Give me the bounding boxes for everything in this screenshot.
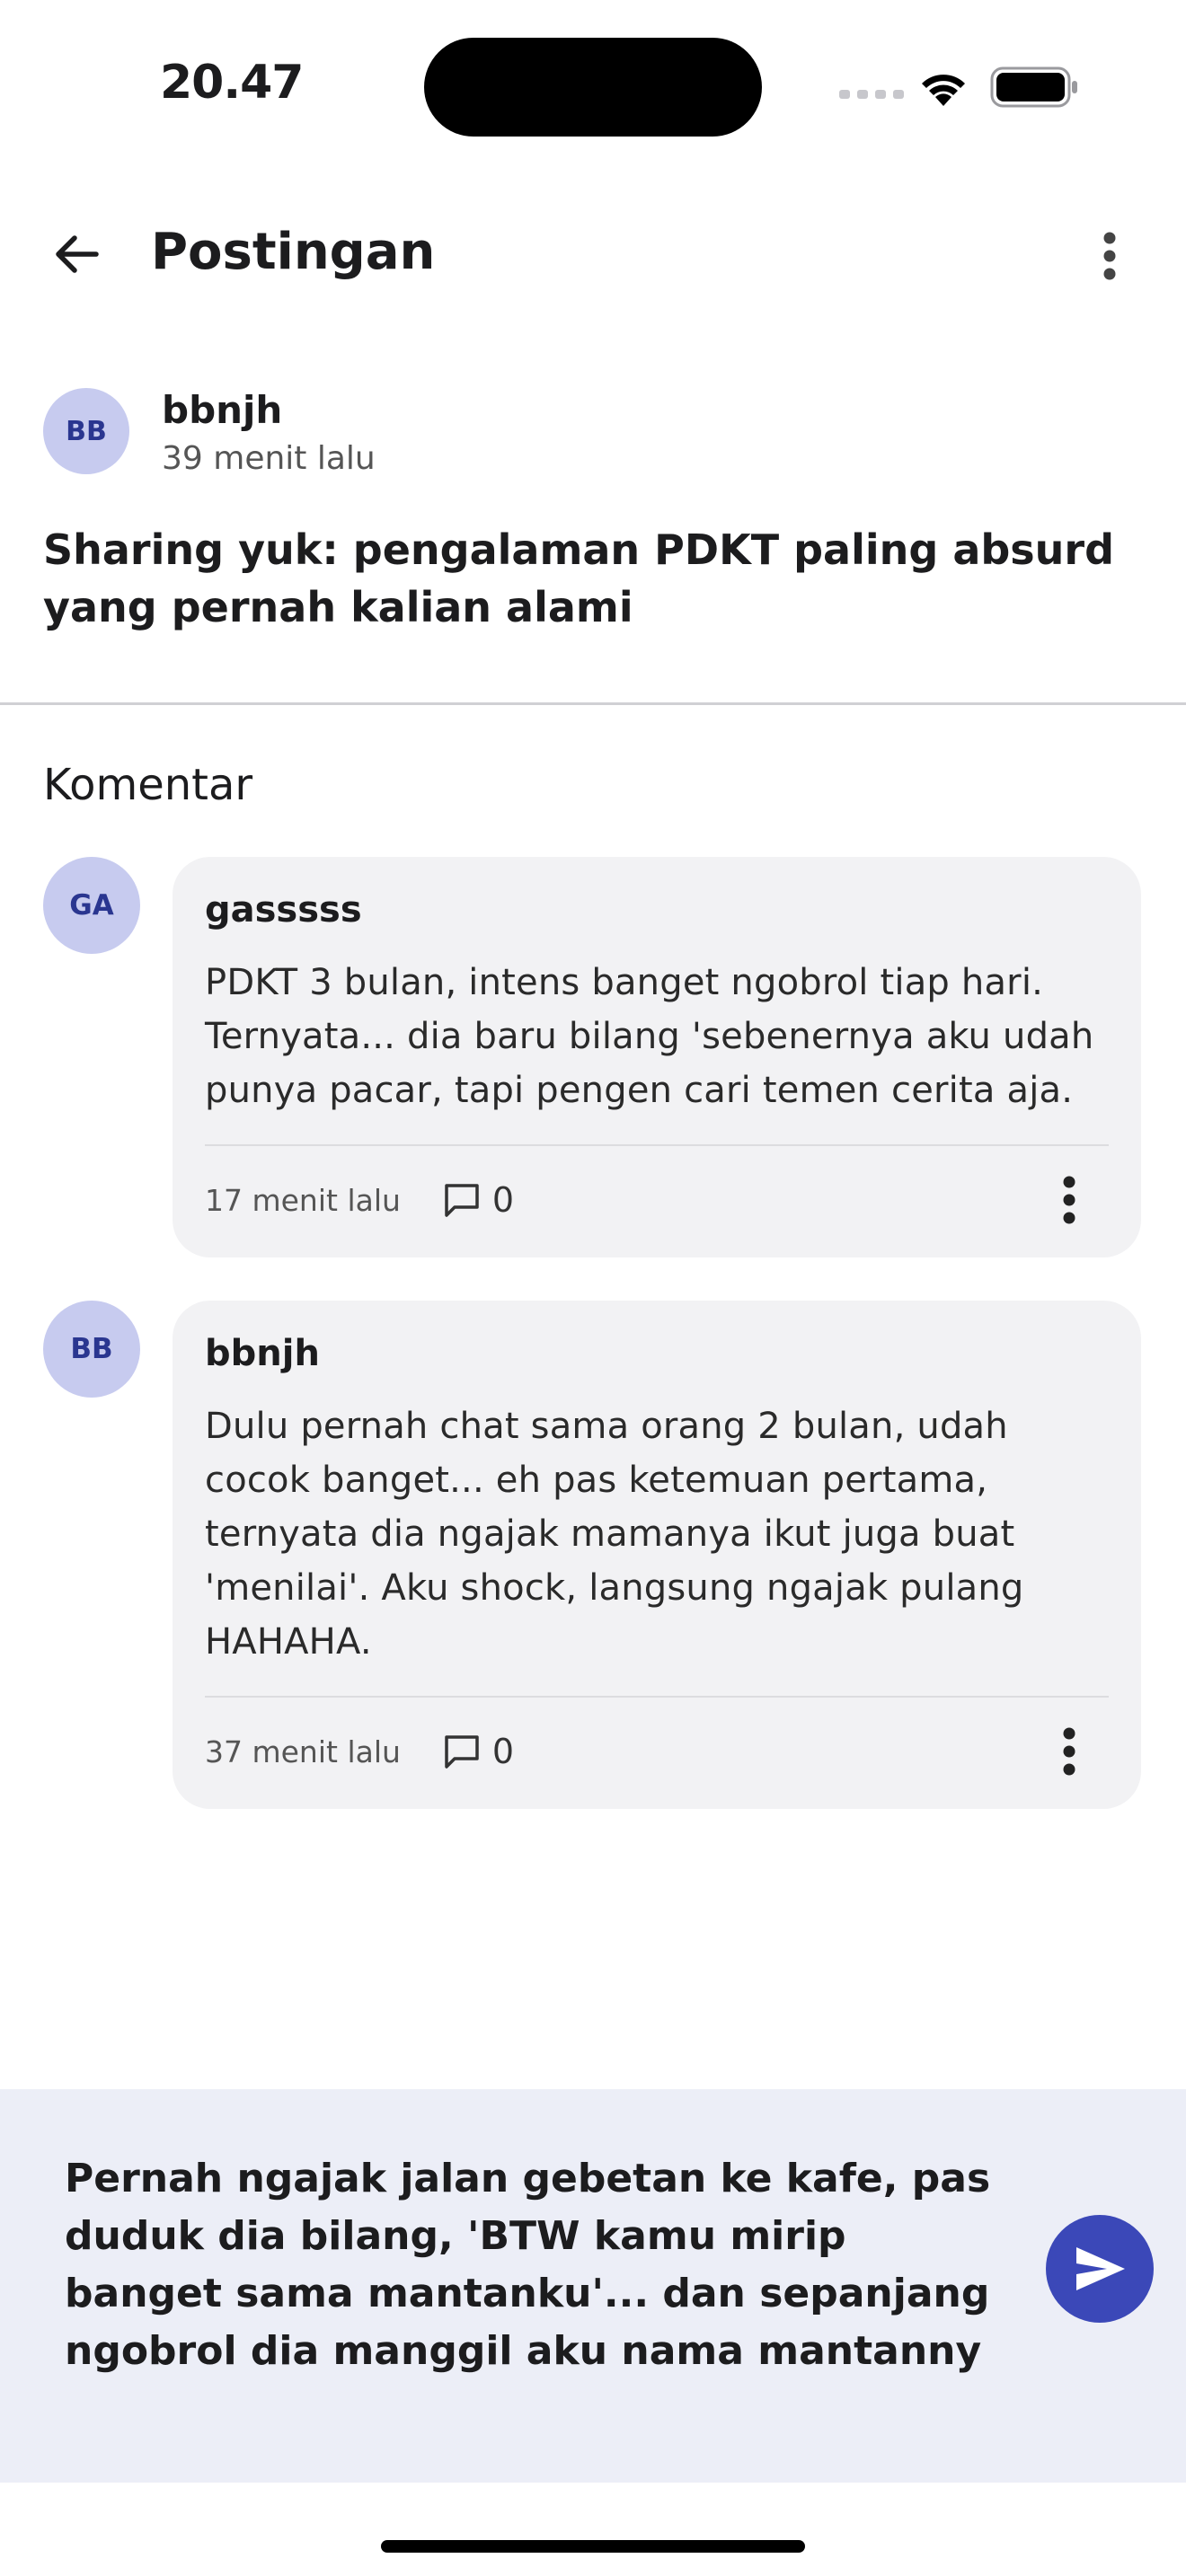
comment-footer: 17 menit lalu 0 [205, 1146, 1109, 1254]
comment-timestamp: 37 menit lalu [205, 1734, 401, 1769]
send-icon [1076, 2247, 1125, 2290]
comments-heading: Komentar [43, 760, 253, 810]
comment-icon [445, 1184, 479, 1217]
comment-author-name[interactable]: bbnjh [205, 1333, 1109, 1374]
post-timestamp: 39 menit lalu [162, 440, 376, 477]
section-divider [0, 702, 1186, 705]
comment-card: bbnjh Dulu pernah chat sama orang 2 bula… [173, 1301, 1141, 1809]
comment-timestamp: 17 menit lalu [205, 1182, 401, 1218]
comment-author-avatar[interactable]: GA [43, 857, 140, 954]
battery-icon [990, 65, 1080, 113]
wifi-icon [916, 66, 970, 111]
comment-footer: 37 menit lalu 0 [205, 1698, 1109, 1805]
comment-composer [0, 2089, 1186, 2483]
comment-text: PDKT 3 bulan, intens banget ngobrol tiap… [205, 962, 1094, 1111]
comment-input[interactable] [65, 2150, 999, 2420]
more-vertical-icon [1103, 232, 1116, 280]
status-time: 20.47 [160, 56, 304, 110]
more-vertical-icon [1063, 1176, 1075, 1224]
comment-author-avatar[interactable]: BB [43, 1301, 140, 1398]
reply-button[interactable]: 0 [442, 1180, 514, 1220]
post-author-name[interactable]: bbnjh [162, 388, 282, 432]
comment-icon [445, 1735, 479, 1769]
send-button[interactable] [1046, 2215, 1154, 2323]
cellular-signal-icon [839, 90, 904, 99]
post-author-avatar[interactable]: BB [43, 388, 129, 474]
post-overflow-menu-button[interactable] [1078, 220, 1141, 292]
comment-overflow-menu-button[interactable] [1042, 1164, 1096, 1236]
post-content: Sharing yuk: pengalaman PDKT paling absu… [43, 525, 1115, 631]
dynamic-island [424, 38, 762, 137]
back-button[interactable] [36, 216, 117, 293]
reply-button[interactable]: 0 [442, 1732, 514, 1771]
arrow-left-icon [56, 235, 99, 273]
reply-count: 0 [491, 1180, 515, 1220]
home-indicator [381, 2540, 805, 2553]
comment-card: gasssss PDKT 3 bulan, intens banget ngob… [173, 857, 1141, 1257]
more-vertical-icon [1063, 1727, 1075, 1776]
comment-author-name[interactable]: gasssss [205, 889, 1109, 931]
page-title: Postingan [151, 223, 436, 281]
reply-count: 0 [491, 1732, 515, 1771]
comment-text: Dulu pernah chat sama orang 2 bulan, uda… [205, 1406, 1024, 1663]
comment-overflow-menu-button[interactable] [1042, 1716, 1096, 1787]
